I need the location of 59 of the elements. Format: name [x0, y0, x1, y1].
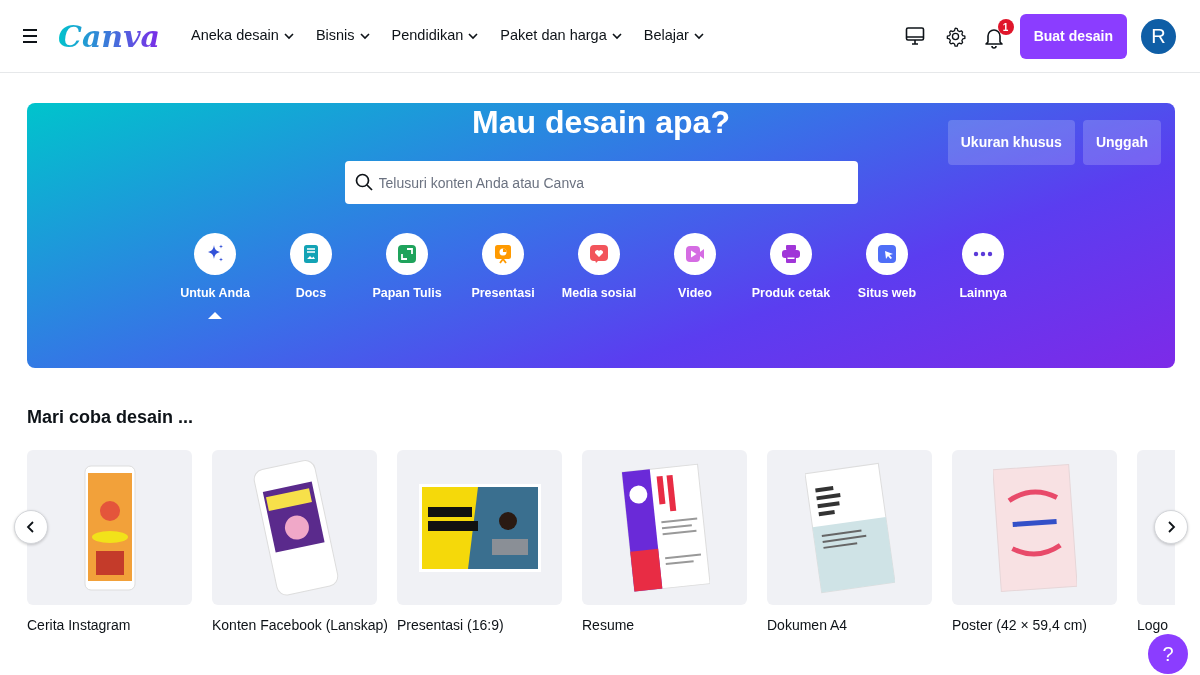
- menu-icon[interactable]: [22, 29, 38, 43]
- search-icon: [354, 173, 373, 192]
- sparkle-icon: [194, 233, 236, 276]
- user-avatar[interactable]: R: [1141, 18, 1176, 54]
- printer-icon: [770, 233, 812, 276]
- chevron-down-icon: [283, 32, 294, 40]
- category-tab[interactable]: Situs web: [839, 233, 935, 320]
- template-title[interactable]: Konten Facebook (Lanskap): [212, 617, 388, 634]
- whiteboard-icon: [386, 233, 428, 276]
- nav-menu-link[interactable]: Pendidikan: [380, 25, 490, 47]
- template-thumbnail[interactable]: [27, 450, 192, 605]
- category-tab[interactable]: Media sosial: [551, 233, 647, 320]
- category-tab[interactable]: Untuk Anda: [167, 233, 263, 320]
- notification-count: 1: [997, 19, 1014, 35]
- template-title[interactable]: Presentasi (16:9): [397, 617, 504, 634]
- notification-button[interactable]: 1: [979, 19, 1014, 53]
- template-title[interactable]: Cerita Instagram: [27, 617, 131, 634]
- template-title[interactable]: Dokumen A4: [767, 617, 848, 634]
- template-title[interactable]: Logo: [1137, 617, 1169, 634]
- chevron-right-icon: [1166, 521, 1176, 533]
- chevron-down-icon: [693, 32, 704, 40]
- template-thumbnail[interactable]: [952, 450, 1117, 605]
- hero-button[interactable]: Unggah: [1082, 120, 1161, 165]
- selection-pointer: [208, 312, 222, 320]
- nav-menu-link[interactable]: Paket dan harga: [489, 25, 633, 47]
- chevron-down-icon: [359, 32, 370, 40]
- nav-menu-link[interactable]: Belajar: [632, 25, 715, 47]
- next-button[interactable]: [1154, 510, 1188, 544]
- presentation-icon: [482, 233, 524, 276]
- template-thumbnail[interactable]: [767, 450, 932, 605]
- search-field[interactable]: Telusuri konten Anda atau Canva: [344, 161, 858, 205]
- more-icon: [962, 233, 1004, 276]
- chevron-down-icon: [611, 32, 622, 40]
- template-thumbnail[interactable]: [397, 450, 562, 605]
- chevron-left-icon: [26, 521, 36, 533]
- document-icon: [290, 233, 332, 276]
- create-design-button[interactable]: Buat desain: [1019, 13, 1127, 59]
- chevron-down-icon: [468, 32, 479, 40]
- template-title[interactable]: Resume: [582, 617, 635, 634]
- hero-button[interactable]: Ukuran khusus: [947, 120, 1075, 165]
- section-title: Mari coba desain ...: [27, 406, 195, 429]
- nav-menu-link[interactable]: Aneka desain: [180, 25, 305, 47]
- hero-title: Mau desain apa?: [472, 103, 730, 142]
- category-tab[interactable]: Video: [647, 233, 743, 320]
- previous-button[interactable]: [14, 510, 48, 544]
- template-thumbnail[interactable]: [582, 450, 747, 605]
- category-tab[interactable]: Produk cetak: [743, 233, 839, 320]
- help-button[interactable]: ?: [1148, 634, 1188, 674]
- video-camera-icon: [674, 233, 716, 276]
- category-tab[interactable]: Lainnya: [935, 233, 1031, 320]
- bell-icon: [983, 27, 1004, 49]
- cursor-icon: [866, 233, 908, 276]
- template-thumbnail[interactable]: [212, 450, 377, 605]
- category-tab[interactable]: Papan Tulis: [359, 233, 455, 320]
- template-title[interactable]: Poster (42 × 59,4 cm): [952, 617, 1087, 634]
- nav-menu-link[interactable]: Bisnis: [304, 25, 381, 47]
- category-tab[interactable]: Docs: [263, 233, 359, 320]
- category-tab[interactable]: Presentasi: [455, 233, 551, 320]
- heart-bubble-icon: [578, 233, 620, 276]
